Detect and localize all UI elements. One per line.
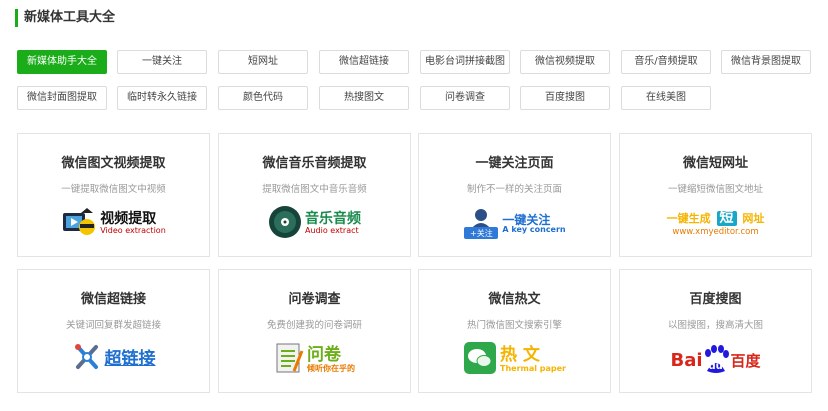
tag-video-extract[interactable]: 微信视频提取 [520, 50, 610, 74]
baidu-paw-icon: du [703, 345, 729, 375]
card-logo: 视频提取 Video extraction [18, 204, 209, 244]
card-desc: 以图搜图，搜高清大图 [667, 320, 763, 331]
card-desc: 提取微信图文中音乐音频 [262, 184, 367, 195]
short-url-icon: 一键生成 短 网址 www.xmyeditor.com [667, 211, 765, 237]
logo-main-text: 音乐音频 [305, 211, 361, 228]
tag-online-photo[interactable]: 在线美图 [621, 86, 711, 110]
card-title: 微信音乐音频提取 [262, 156, 367, 171]
card-logo: 热 文 Thermal paper [419, 340, 610, 380]
tag-movie-screenshot[interactable]: 电影台词拼接截图 [420, 50, 510, 74]
card-title: 微信短网址 [682, 156, 748, 171]
tag-color-code[interactable]: 颜色代码 [218, 86, 308, 110]
logo-main-text: 热 文 [499, 344, 540, 365]
tag-baidu-image[interactable]: 百度搜图 [520, 86, 610, 110]
follow-icon-label: +关注 [470, 229, 493, 238]
tag-survey[interactable]: 问卷调查 [420, 86, 510, 110]
card-logo: +关注 一键关注 A key concern [419, 204, 610, 244]
logo-sub-text: 倾听你在乎的 [307, 363, 355, 373]
card-hot-articles[interactable]: 微信热文 热门微信图文搜索引擎 热 文 Thermal paper [418, 269, 611, 393]
wechat-icon [463, 341, 497, 379]
card-video-extract[interactable]: 微信图文视频提取 一键提取微信图文中视频 视频提取 Video extracti… [17, 133, 210, 257]
baidu-logo-cn: 百度 [730, 351, 761, 370]
video-extraction-icon [61, 205, 97, 243]
tag-hyperlink[interactable]: 微信超链接 [319, 50, 409, 74]
card-desc: 制作不一样的关注页面 [466, 184, 562, 195]
logo-sub-text: A key concern [502, 225, 566, 235]
tag-short-url[interactable]: 短网址 [218, 50, 308, 74]
card-desc: 一键提取微信图文中视频 [61, 184, 166, 195]
tag-hot-search[interactable]: 热搜图文 [319, 86, 409, 110]
follow-icon: +关注 [463, 207, 499, 241]
tag-cover-extract[interactable]: 微信封面图提取 [17, 86, 107, 110]
card-follow-page[interactable]: 一键关注页面 制作不一样的关注页面 +关注 一键关注 A key concern [418, 133, 611, 257]
logo-main-text: 视频提取 [100, 211, 157, 228]
card-logo: 超链接 [18, 340, 209, 380]
survey-icon [274, 341, 304, 379]
card-logo: 一键生成 短 网址 www.xmyeditor.com [620, 204, 811, 244]
audio-extract-icon [268, 205, 302, 243]
card-hyperlink[interactable]: 微信超链接 关键词回复群发超链接 超链接 [17, 269, 210, 393]
baidu-logo-bai: Bai [670, 349, 703, 371]
logo-sub-text: Video extraction [100, 226, 166, 236]
logo-sub-text: Thermal paper [499, 363, 566, 373]
tag-helper[interactable]: 新媒体助手大全 [17, 50, 107, 74]
card-survey[interactable]: 问卷调查 免费创建我的问卷调研 问卷 倾听你在乎的 [218, 269, 411, 393]
card-desc: 关键词回复群发超链接 [65, 320, 161, 331]
tag-audio-extract[interactable]: 音乐/音频提取 [621, 50, 711, 74]
logo-main-text: 一键生成 [666, 212, 711, 226]
card-title: 问卷调查 [288, 292, 341, 307]
card-title: 微信图文视频提取 [61, 156, 166, 171]
logo-main-text: 超链接 [104, 349, 156, 370]
logo-sub-text: Audio extract [305, 226, 359, 236]
link-icon [72, 341, 102, 379]
tag-bg-extract[interactable]: 微信背景图提取 [721, 50, 811, 74]
section-title: 新媒体工具大全 [15, 9, 115, 27]
logo-main-text: 问卷 [307, 344, 341, 365]
card-logo: Bai du 百度 [620, 340, 811, 380]
card-desc: 免费创建我的问卷调研 [266, 320, 362, 331]
logo-sub-text: www.xmyeditor.com [672, 226, 759, 237]
tag-follow[interactable]: 一键关注 [117, 50, 207, 74]
logo-end-text: 网址 [742, 212, 765, 226]
card-desc: 热门微信图文搜索引擎 [466, 320, 562, 331]
card-title: 一键关注页面 [475, 156, 554, 171]
card-short-url[interactable]: 微信短网址 一键缩短微信图文地址 一键生成 短 网址 www.xmyeditor… [619, 133, 812, 257]
baidu-logo-du: du [708, 361, 723, 372]
card-title: 微信热文 [488, 292, 541, 307]
card-audio-extract[interactable]: 微信音乐音频提取 提取微信图文中音乐音频 音乐音频 Audio extract [218, 133, 411, 257]
card-baidu-image[interactable]: 百度搜图 以图搜图，搜高清大图 Bai du 百度 [619, 269, 812, 393]
card-title: 微信超链接 [80, 292, 146, 307]
card-logo: 音乐音频 Audio extract [219, 204, 410, 244]
card-desc: 一键缩短微信图文地址 [667, 184, 763, 195]
logo-mid-text: 短 [716, 211, 737, 226]
card-title: 百度搜图 [689, 292, 742, 307]
tag-permanent-link[interactable]: 临时转永久链接 [117, 86, 207, 110]
card-logo: 问卷 倾听你在乎的 [219, 340, 410, 380]
